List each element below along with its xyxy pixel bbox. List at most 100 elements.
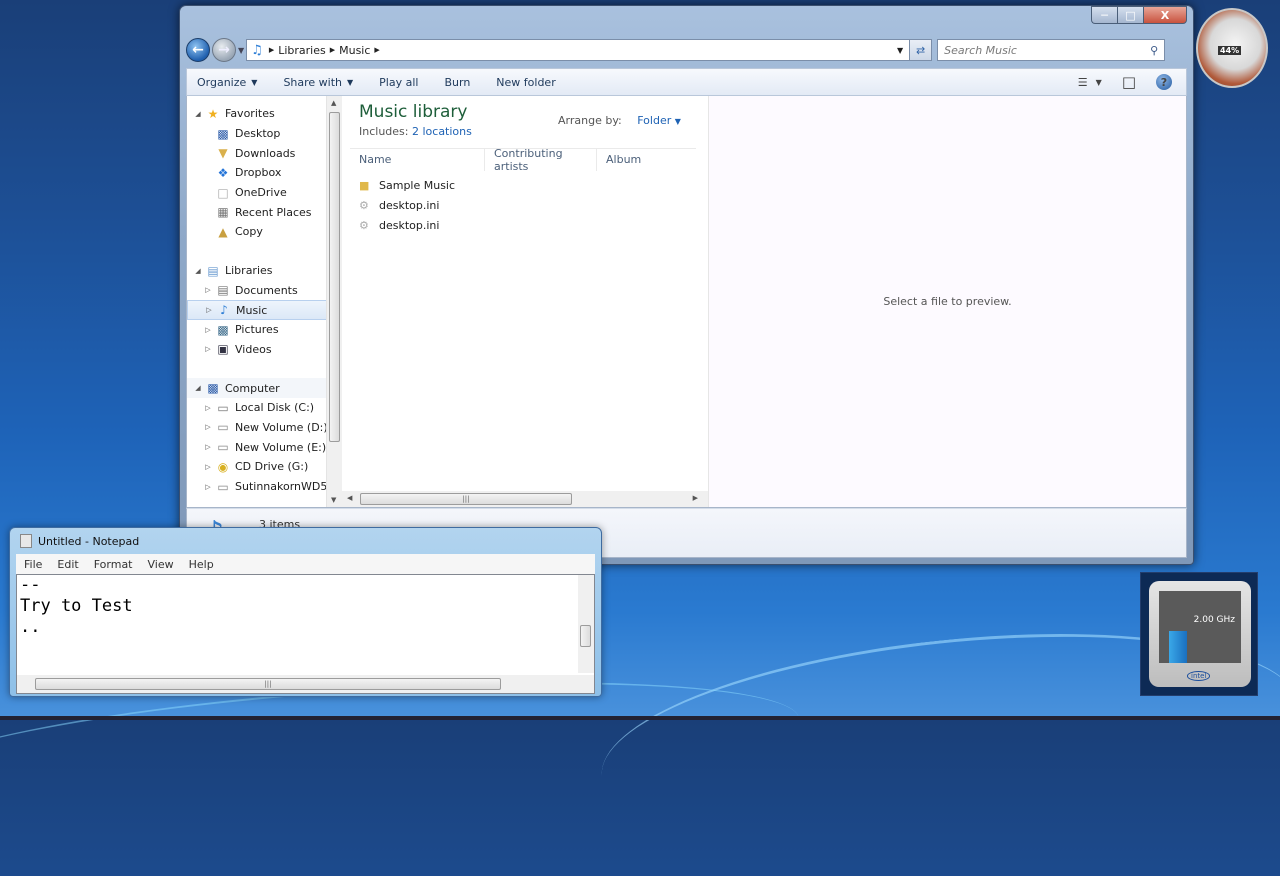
cpu-display: 2.00 GHz [1159, 591, 1241, 663]
collapsed-arrow-icon[interactable]: ▷ [203, 326, 213, 334]
star-icon: ★ [207, 106, 219, 121]
expanded-arrow-icon[interactable]: ◢ [193, 110, 203, 118]
tree-item-desktop[interactable]: ▩ Desktop [187, 124, 342, 144]
column-header-name[interactable]: Name [350, 148, 485, 171]
view-options-icon[interactable]: ☰ [1078, 76, 1088, 89]
collapsed-arrow-icon[interactable]: ▷ [203, 443, 213, 451]
organize-button[interactable]: Organize ▼ [197, 76, 257, 89]
scrollbar-thumb[interactable] [580, 625, 591, 647]
close-button[interactable]: X [1143, 6, 1187, 24]
breadcrumb-separator-icon[interactable]: ▶ [374, 46, 379, 54]
collapsed-arrow-icon[interactable]: ▷ [203, 423, 213, 431]
column-header-contributing-artists[interactable]: Contributing artists [485, 147, 597, 173]
tree-libraries[interactable]: ◢ ▤ Libraries [187, 261, 342, 281]
tree-item-local-disk-c[interactable]: ▷ ▭ Local Disk (C:) [187, 398, 342, 418]
search-input[interactable]: Search Music ⚲ [937, 39, 1166, 61]
tree-item-downloads[interactable]: ▼ Downloads [187, 143, 342, 163]
tree-item-cd-drive-g[interactable]: ▷ ◉ CD Drive (G:) [187, 457, 342, 477]
breadcrumb-music[interactable]: Music [339, 44, 370, 57]
tree-item-new-volume-d[interactable]: ▷ ▭ New Volume (D:) [187, 418, 342, 438]
help-button[interactable]: ? [1156, 74, 1172, 90]
tree-item-documents[interactable]: ▷ ▤ Documents [187, 281, 342, 301]
collapsed-arrow-icon[interactable]: ▷ [203, 483, 213, 491]
view-dropdown-icon[interactable]: ▼ [1096, 78, 1102, 87]
share-with-button[interactable]: Share with ▼ [283, 76, 353, 89]
collapsed-arrow-icon[interactable]: ▷ [204, 306, 214, 314]
tree-label: Downloads [235, 146, 296, 160]
scroll-down-icon[interactable]: ▼ [331, 496, 336, 504]
collapsed-arrow-icon[interactable]: ▷ [203, 404, 213, 412]
search-icon[interactable]: ⚲ [1150, 44, 1158, 57]
expanded-arrow-icon[interactable]: ◢ [193, 267, 203, 275]
tree-item-recent-places[interactable]: ▦ Recent Places [187, 202, 342, 222]
tree-item-music[interactable]: ▷ ♪ Music [187, 300, 342, 320]
scrollbar-thumb[interactable]: ||| [35, 678, 501, 690]
tree-label: New Volume (E:) [235, 440, 327, 454]
scrollbar-thumb[interactable] [329, 112, 340, 442]
tree-item-videos[interactable]: ▷ ▣ Videos [187, 340, 342, 360]
new-folder-button[interactable]: New folder [496, 76, 555, 89]
minimize-button[interactable]: ─ [1091, 6, 1117, 24]
notepad-content[interactable]: -- Try to Test .. [20, 575, 133, 638]
column-header-album[interactable]: Album [597, 149, 677, 171]
scroll-left-icon[interactable]: ◀ [347, 494, 352, 502]
forward-button[interactable]: → [212, 38, 236, 62]
tree-item-pictures[interactable]: ▷ ▩ Pictures [187, 320, 342, 340]
burn-button[interactable]: Burn [444, 76, 470, 89]
menu-edit[interactable]: Edit [57, 558, 78, 571]
meter-gadget[interactable]: 44% [1196, 8, 1268, 88]
scroll-up-icon[interactable]: ▲ [331, 99, 336, 107]
notepad-text-area[interactable]: -- Try to Test .. ||| [16, 574, 595, 694]
locations-link[interactable]: 2 locations [412, 125, 472, 138]
file-row[interactable]: ■ Sample Music [359, 176, 455, 196]
file-row[interactable]: ⚙ desktop.ini [359, 215, 455, 235]
file-row[interactable]: ⚙ desktop.ini [359, 196, 455, 216]
cpu-gadget[interactable]: 2.00 GHz intel [1140, 572, 1258, 696]
address-bar[interactable]: ♫ ▶ Libraries ▶ Music ▶ ▼ [246, 39, 911, 61]
menu-format[interactable]: Format [94, 558, 133, 571]
notepad-vscrollbar[interactable] [578, 575, 594, 673]
refresh-button[interactable]: ⇄ [910, 39, 933, 61]
tree-item-new-volume-e[interactable]: ▷ ▭ New Volume (E:) [187, 437, 342, 457]
desktop-icon: ▩ [217, 126, 229, 141]
recent-places-icon: ▦ [217, 205, 229, 220]
back-button[interactable]: ← [186, 38, 210, 62]
arrange-by: Arrange by: Folder ▼ [558, 114, 681, 127]
file-list-hscrollbar[interactable]: ◀ ||| ▶ [342, 491, 708, 507]
tree-computer[interactable]: ◢ ▩ Computer [187, 378, 342, 398]
window-controls: ─ □ X [1091, 6, 1187, 24]
menu-view[interactable]: View [148, 558, 174, 571]
arrange-by-value: Folder [637, 114, 672, 127]
play-all-button[interactable]: Play all [379, 76, 418, 89]
breadcrumb-libraries[interactable]: Libraries [278, 44, 326, 57]
breadcrumb-separator-icon[interactable]: ▶ [269, 46, 274, 54]
preview-pane-icon[interactable]: □ [1122, 73, 1136, 91]
scrollbar-thumb[interactable]: ||| [360, 493, 572, 505]
tree-label: Videos [235, 342, 272, 356]
recent-pages-dropdown[interactable]: ▼ [238, 46, 244, 55]
menu-help[interactable]: Help [189, 558, 214, 571]
tree-item-dropbox[interactable]: ❖ Dropbox [187, 163, 342, 183]
expanded-arrow-icon[interactable]: ◢ [193, 384, 203, 392]
collapsed-arrow-icon[interactable]: ▷ [203, 345, 213, 353]
tree-item-onedrive[interactable]: □ OneDrive [187, 183, 342, 203]
cpu-speed: 2.00 GHz [1193, 615, 1235, 625]
scroll-right-icon[interactable]: ▶ [693, 494, 698, 502]
tree-item-external-drive[interactable]: ▷ ▭ SutinnakornWD500 [187, 477, 342, 497]
notepad-icon [20, 534, 32, 548]
tree-item-copy[interactable]: ▲ Copy [187, 222, 342, 242]
arrange-by-label: Arrange by: [558, 114, 622, 127]
notepad-titlebar[interactable]: Untitled - Notepad [20, 534, 139, 548]
cd-drive-icon: ◉ [217, 459, 229, 474]
breadcrumb-separator-icon[interactable]: ▶ [330, 46, 335, 54]
arrange-by-dropdown[interactable]: Folder ▼ [637, 114, 681, 127]
nav-pane-scrollbar[interactable]: ▲ ▼ [326, 96, 342, 507]
notepad-hscrollbar[interactable]: ||| [17, 675, 594, 693]
tree-favorites[interactable]: ◢ ★ Favorites [187, 104, 342, 124]
collapsed-arrow-icon[interactable]: ▷ [203, 463, 213, 471]
menu-file[interactable]: File [24, 558, 42, 571]
address-dropdown-icon[interactable]: ▼ [897, 46, 903, 55]
tree-label: Pictures [235, 323, 279, 337]
collapsed-arrow-icon[interactable]: ▷ [203, 286, 213, 294]
maximize-button[interactable]: □ [1117, 6, 1143, 24]
